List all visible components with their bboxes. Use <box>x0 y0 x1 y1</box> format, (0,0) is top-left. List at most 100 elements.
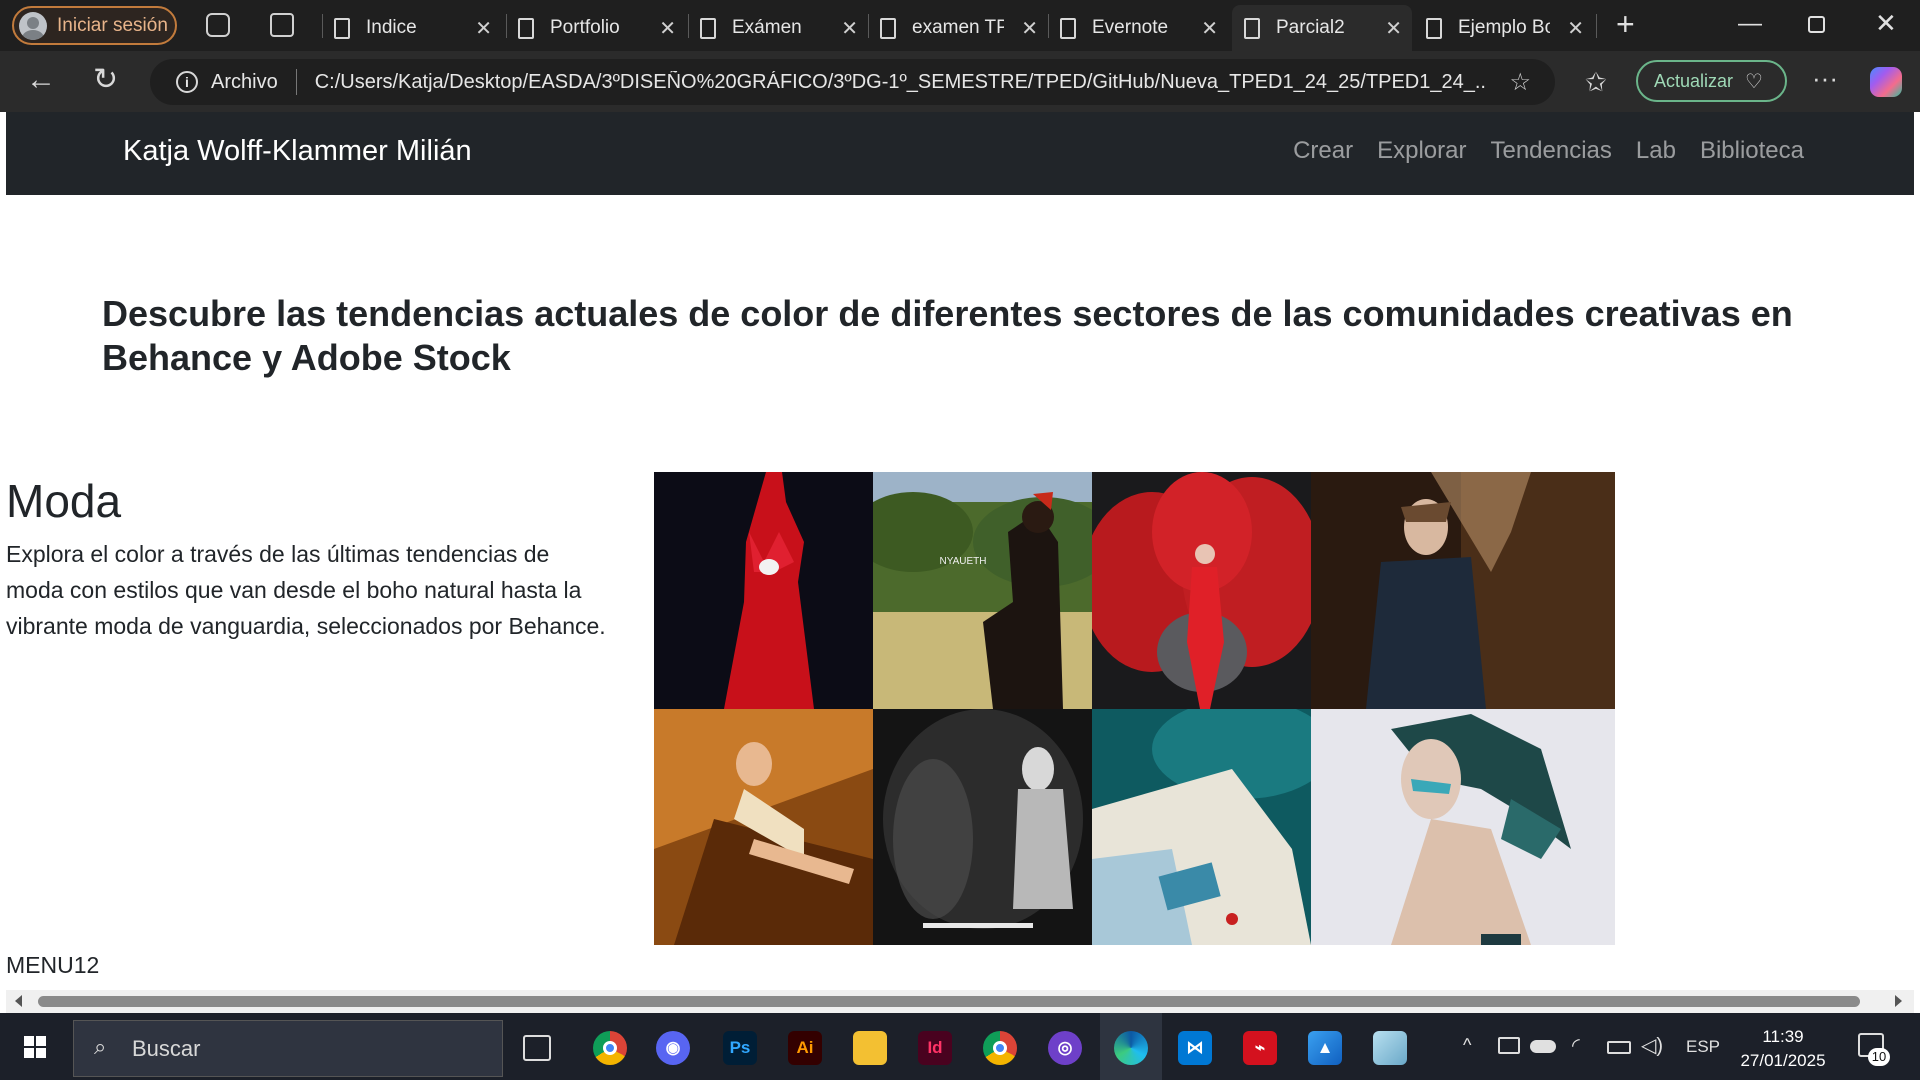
chrome-profile-icon[interactable] <box>983 1031 1017 1065</box>
notification-count-badge: 10 <box>1868 1048 1890 1066</box>
close-tab-icon[interactable]: ✕ <box>1201 16 1218 41</box>
scrollbar-thumb[interactable] <box>38 996 1860 1007</box>
tab-examen[interactable]: Exámen ✕ <box>688 5 868 51</box>
meet-now-icon[interactable] <box>1498 1037 1520 1054</box>
clock-time: 11:39 <box>1762 1027 1804 1046</box>
notepad-icon[interactable] <box>1373 1031 1407 1065</box>
close-tab-icon[interactable]: ✕ <box>475 16 492 41</box>
close-tab-icon[interactable]: ✕ <box>841 16 858 41</box>
nav-link-lab[interactable]: Lab <box>1636 137 1676 165</box>
nav-link-crear[interactable]: Crear <box>1293 137 1353 165</box>
web-page: Katja Wolff-Klammer Milián Crear Explora… <box>6 112 1914 990</box>
fashion-image-red-flower <box>1092 472 1311 709</box>
section-description: Explora el color a través de las últimas… <box>6 541 606 639</box>
fashion-image-black-white <box>873 709 1092 945</box>
fashion-image-amber-reclined <box>654 709 873 945</box>
indesign-icon[interactable]: Id <box>918 1031 952 1065</box>
site-info-label: Archivo <box>211 70 278 93</box>
windows-start-icon[interactable] <box>24 1036 46 1058</box>
fashion-image-navy-coat <box>1311 472 1615 709</box>
tab-indice[interactable]: Indice ✕ <box>322 5 502 51</box>
task-view-icon[interactable] <box>523 1035 551 1061</box>
close-tab-icon[interactable]: ✕ <box>1385 16 1402 41</box>
search-icon: ⌕ <box>94 1034 107 1059</box>
minimize-icon[interactable]: — <box>1738 10 1762 38</box>
nav-link-explorar[interactable]: Explorar <box>1377 137 1466 165</box>
more-options-icon[interactable]: ··· <box>1812 63 1838 93</box>
info-icon[interactable]: i <box>176 71 198 93</box>
tab-separator <box>1596 14 1597 38</box>
refresh-icon[interactable]: ↻ <box>93 65 118 95</box>
close-tab-icon[interactable]: ✕ <box>659 16 676 41</box>
restore-icon[interactable] <box>1808 16 1825 33</box>
search-placeholder: Buscar <box>132 1035 201 1061</box>
taskbar-search-box[interactable]: ⌕ Buscar <box>73 1020 503 1077</box>
illustrator-icon[interactable]: Ai <box>788 1031 822 1065</box>
edge-icon[interactable] <box>1114 1031 1148 1065</box>
fashion-image-teal-bedding <box>1092 709 1311 945</box>
page-icon <box>700 17 716 39</box>
update-button[interactable]: Actualizar ♡ <box>1636 60 1787 102</box>
vertical-tabs-icon[interactable] <box>270 13 294 37</box>
hero-heading: Descubre las tendencias actuales de colo… <box>102 293 1793 378</box>
browser-toolbar: ← ↻ i Archivo C:/Users/Katja/Desktop/EAS… <box>0 51 1920 112</box>
fashion-image-teal-hair <box>1311 709 1615 945</box>
section-title: Moda <box>6 475 122 527</box>
acrobat-icon[interactable]: ⌁ <box>1243 1031 1277 1065</box>
onedrive-icon[interactable] <box>1530 1040 1556 1053</box>
signin-button[interactable]: Iniciar sesión <box>12 6 177 45</box>
horizontal-scrollbar[interactable] <box>6 990 1914 1013</box>
fashion-image-red-gown <box>654 472 873 709</box>
close-tab-icon[interactable]: ✕ <box>1021 16 1038 41</box>
show-hidden-icons-icon[interactable]: ^ <box>1463 1035 1471 1056</box>
tile-title-text: NYAUETH <box>939 556 986 567</box>
address-divider <box>295 69 297 95</box>
github-desktop-icon[interactable]: ◎ <box>1048 1031 1082 1065</box>
address-bar[interactable]: i Archivo C:/Users/Katja/Desktop/EASDA/3… <box>150 59 1555 105</box>
file-explorer-icon[interactable] <box>853 1031 887 1065</box>
volume-icon[interactable]: ◁) <box>1641 1033 1663 1058</box>
site-brand[interactable]: Katja Wolff-Klammer Milián <box>123 135 472 168</box>
page-icon <box>880 17 896 39</box>
battery-icon[interactable] <box>1607 1041 1631 1054</box>
wifi-icon[interactable]: ◜ <box>1572 1033 1580 1058</box>
tab-parcial2[interactable]: Parcial2 ✕ <box>1232 5 1412 51</box>
tab-evernote[interactable]: Evernote ✕ <box>1048 5 1228 51</box>
tab-portfolio[interactable]: Portfolio ✕ <box>506 5 686 51</box>
tab-examen-tp[interactable]: examen TP ✕ <box>868 5 1048 51</box>
chrome-icon[interactable] <box>593 1031 627 1065</box>
page-icon <box>1244 17 1260 39</box>
browser-titlebar: Iniciar sesión Indice ✕ Portfolio ✕ Exámen… <box>0 0 1920 51</box>
favorite-star-icon[interactable]: ☆ <box>1509 68 1531 97</box>
update-label: Actualizar <box>1654 70 1734 91</box>
close-window-icon[interactable]: ✕ <box>1875 8 1897 39</box>
photoshop-icon[interactable]: Ps <box>723 1031 757 1065</box>
vscode-icon[interactable]: ⋈ <box>1178 1031 1212 1065</box>
page-icon <box>334 17 350 39</box>
scroll-right-arrow-icon[interactable] <box>1895 995 1902 1007</box>
site-navbar: Katja Wolff-Klammer Milián Crear Explora… <box>6 112 1914 195</box>
page-icon <box>518 17 534 39</box>
language-indicator[interactable]: ESP <box>1686 1037 1720 1057</box>
nav-link-biblioteca[interactable]: Biblioteca <box>1700 137 1804 165</box>
page-icon <box>1060 17 1076 39</box>
menu-label[interactable]: MENU12 <box>6 952 99 979</box>
url-text[interactable]: C:/Users/Katja/Desktop/EASDA/3ºDISEÑO%20… <box>315 71 1485 94</box>
scroll-left-arrow-icon[interactable] <box>15 995 22 1007</box>
workspaces-icon[interactable] <box>206 13 230 37</box>
windows-taskbar: ⌕ Buscar ◉ Ps Ai Id ◎ ⋈ ⌁ ▲ ^ ◜ ◁) ESP 1… <box>0 1013 1920 1080</box>
update-heart-icon: ♡ <box>1745 70 1763 93</box>
clock-date: 27/01/2025 <box>1740 1051 1826 1070</box>
photos-icon[interactable]: ▲ <box>1308 1031 1342 1065</box>
tab-ejemplo[interactable]: Ejemplo Bo ✕ <box>1414 5 1594 51</box>
favorites-icon[interactable]: ✩ <box>1585 67 1607 97</box>
new-tab-icon[interactable]: + <box>1616 6 1635 43</box>
back-icon[interactable]: ← <box>26 65 56 95</box>
discord-icon[interactable]: ◉ <box>656 1031 690 1065</box>
fashion-image-grid: NYAUETH <box>654 472 1615 945</box>
copilot-icon[interactable] <box>1870 67 1902 97</box>
nav-link-tendencias[interactable]: Tendencias <box>1490 137 1611 165</box>
close-tab-icon[interactable]: ✕ <box>1567 16 1584 41</box>
clock[interactable]: 11:39 27/01/2025 <box>1723 1025 1843 1073</box>
page-icon <box>1426 17 1442 39</box>
